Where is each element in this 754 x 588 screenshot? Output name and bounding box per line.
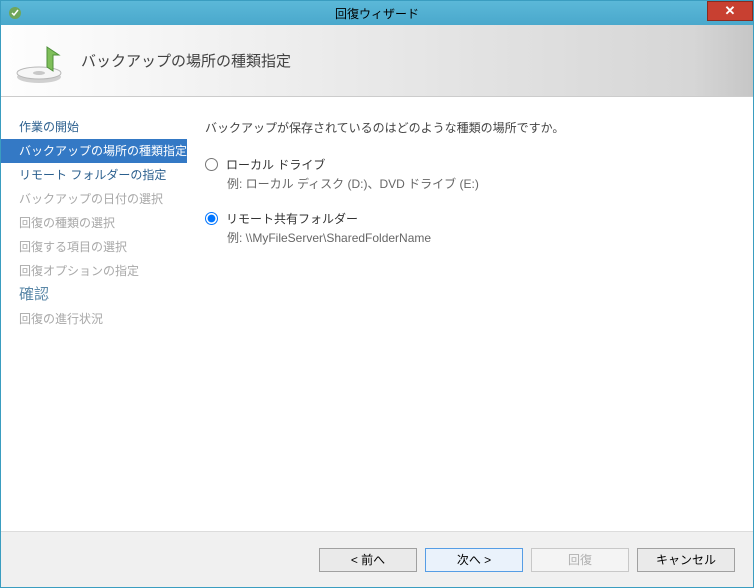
sidebar-item-recovery-options: 回復オプションの指定 [1,259,187,283]
sidebar-item-start[interactable]: 作業の開始 [1,115,187,139]
sidebar-item-location-type[interactable]: バックアップの場所の種類指定 [1,139,187,163]
radio-local-drive[interactable]: ローカル ドライブ [205,156,735,173]
footer: < 前へ 次へ > 回復 キャンセル [1,531,753,587]
header: バックアップの場所の種類指定 [1,25,753,97]
sidebar: 作業の開始 バックアップの場所の種類指定 リモート フォルダーの指定 バックアッ… [1,97,187,531]
sidebar-item-remote-folder[interactable]: リモート フォルダーの指定 [1,163,187,187]
prompt-text: バックアップが保存されているのはどのような種類の場所ですか。 [205,119,735,136]
example-local-drive: 例: ローカル ディスク (D:)、DVD ドライブ (E:) [227,175,735,192]
sidebar-item-progress: 回復の進行状況 [1,307,187,331]
cancel-button[interactable]: キャンセル [637,548,735,572]
recovery-icon [15,37,69,85]
wizard-window: 回復ウィザード ✕ バックアップの場所の種類指定 作業の開始 バックアップの場所… [0,0,754,588]
titlebar: 回復ウィザード ✕ [1,1,753,25]
back-button[interactable]: < 前へ [319,548,417,572]
sidebar-item-recovery-type: 回復の種類の選択 [1,211,187,235]
main-content: バックアップが保存されているのはどのような種類の場所ですか。 ローカル ドライブ… [187,97,753,531]
radio-local-drive-input[interactable] [205,158,218,171]
page-title: バックアップの場所の種類指定 [81,50,291,71]
close-icon: ✕ [725,3,736,19]
example-remote-share: 例: \\MyFileServer\SharedFolderName [227,229,735,246]
recover-button: 回復 [531,548,629,572]
body: 作業の開始 バックアップの場所の種類指定 リモート フォルダーの指定 バックアッ… [1,97,753,531]
sidebar-item-confirm: 確認 [1,283,187,307]
sidebar-item-recovery-items: 回復する項目の選択 [1,235,187,259]
window-title: 回復ウィザード [335,5,419,22]
sidebar-item-backup-date: バックアップの日付の選択 [1,187,187,211]
radio-remote-share-input[interactable] [205,212,218,225]
radio-local-drive-label: ローカル ドライブ [226,156,325,173]
app-icon [7,5,23,21]
radio-remote-share-label: リモート共有フォルダー [226,210,358,227]
radio-remote-share[interactable]: リモート共有フォルダー [205,210,735,227]
close-button[interactable]: ✕ [707,1,753,21]
next-button[interactable]: 次へ > [425,548,523,572]
